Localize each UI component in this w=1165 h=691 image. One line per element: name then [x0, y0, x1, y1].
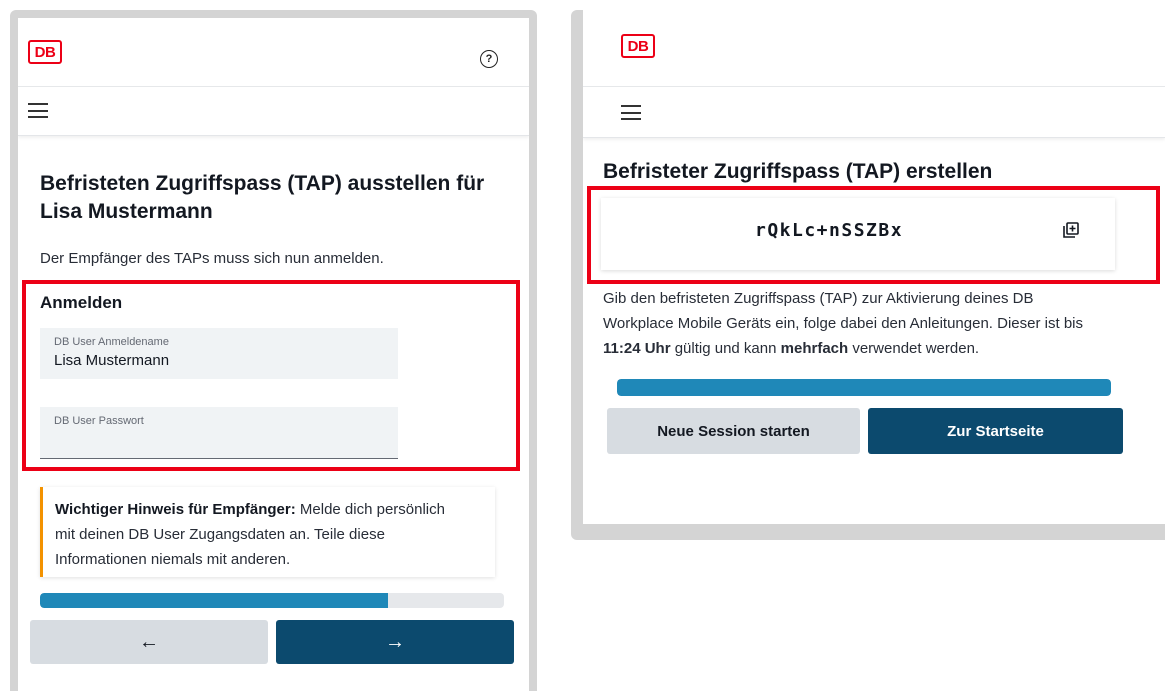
notice-line3: Informationen niemals mit anderen. [55, 551, 291, 568]
help-icon[interactable]: ? [480, 50, 498, 68]
username-label: DB User Anmeldename [54, 336, 169, 348]
page-title: Befristeter Zugriffspass (TAP) erstellen [603, 160, 993, 183]
progress-bar [40, 593, 504, 608]
tap-code-card: rQkLc+nSSZBx [601, 198, 1115, 270]
notice-bold: Wichtiger Hinweis für Empfänger: [55, 501, 296, 518]
tap-description: Gib den befristeten Zugriffspass (TAP) z… [603, 286, 1163, 361]
username-value: Lisa Mustermann [54, 352, 170, 369]
home-button[interactable]: Zur Startseite [868, 408, 1123, 454]
desc-multi: mehrfach [780, 340, 849, 357]
notice-text1: Melde dich persönlich [295, 501, 445, 518]
copy-icon[interactable] [1063, 222, 1079, 238]
password-label: DB User Passwort [54, 415, 144, 427]
desc-line1: Gib den befristeten Zugriffspass (TAP) z… [603, 290, 1034, 307]
db-logo[interactable]: DB [28, 40, 62, 64]
password-field[interactable]: DB User Passwort [40, 407, 398, 459]
page-title-line1: Befristeten Zugriffspass (TAP) ausstelle… [40, 172, 485, 195]
hamburger-menu-icon[interactable] [28, 103, 48, 118]
desc-mid: gültig und kann [670, 340, 781, 357]
notice-line2: mit deinen DB User Zugangsdaten an. Teil… [55, 526, 385, 543]
nav-bar [583, 87, 1165, 138]
app-header: DB [583, 10, 1165, 87]
page-title-line2: Lisa Mustermann [40, 200, 213, 223]
back-button[interactable]: ← [30, 620, 268, 664]
username-field[interactable]: DB User Anmeldename Lisa Mustermann [40, 328, 398, 379]
desc-time: 11:24 Uhr [603, 340, 671, 357]
login-heading: Anmelden [40, 293, 123, 312]
right-screen: DB Befristeter Zugriffspass (TAP) erstel… [583, 10, 1165, 524]
nav-bar [18, 87, 529, 136]
important-notice: Wichtiger Hinweis für Empfänger: Melde d… [40, 487, 495, 577]
db-logo[interactable]: DB [621, 34, 655, 58]
app-header: DB ? [18, 18, 529, 87]
tap-code[interactable]: rQkLc+nSSZBx [755, 220, 903, 241]
hamburger-menu-icon[interactable] [621, 105, 641, 120]
next-button[interactable]: → [276, 620, 514, 664]
progress-fill [40, 593, 388, 608]
desc-line2: Workplace Mobile Geräts ein, folge dabei… [603, 315, 1083, 332]
progress-fill [617, 379, 1111, 396]
progress-bar [617, 379, 1111, 396]
new-session-button[interactable]: Neue Session starten [607, 408, 860, 454]
left-screen: DB ? Befristeten Zugriffspass (TAP) auss… [18, 18, 529, 691]
desc-end: verwendet werden. [848, 340, 980, 357]
intro-text: Der Empfänger des TAPs muss sich nun anm… [40, 250, 384, 267]
page-title: Befristeten Zugriffspass (TAP) ausstelle… [40, 170, 520, 226]
